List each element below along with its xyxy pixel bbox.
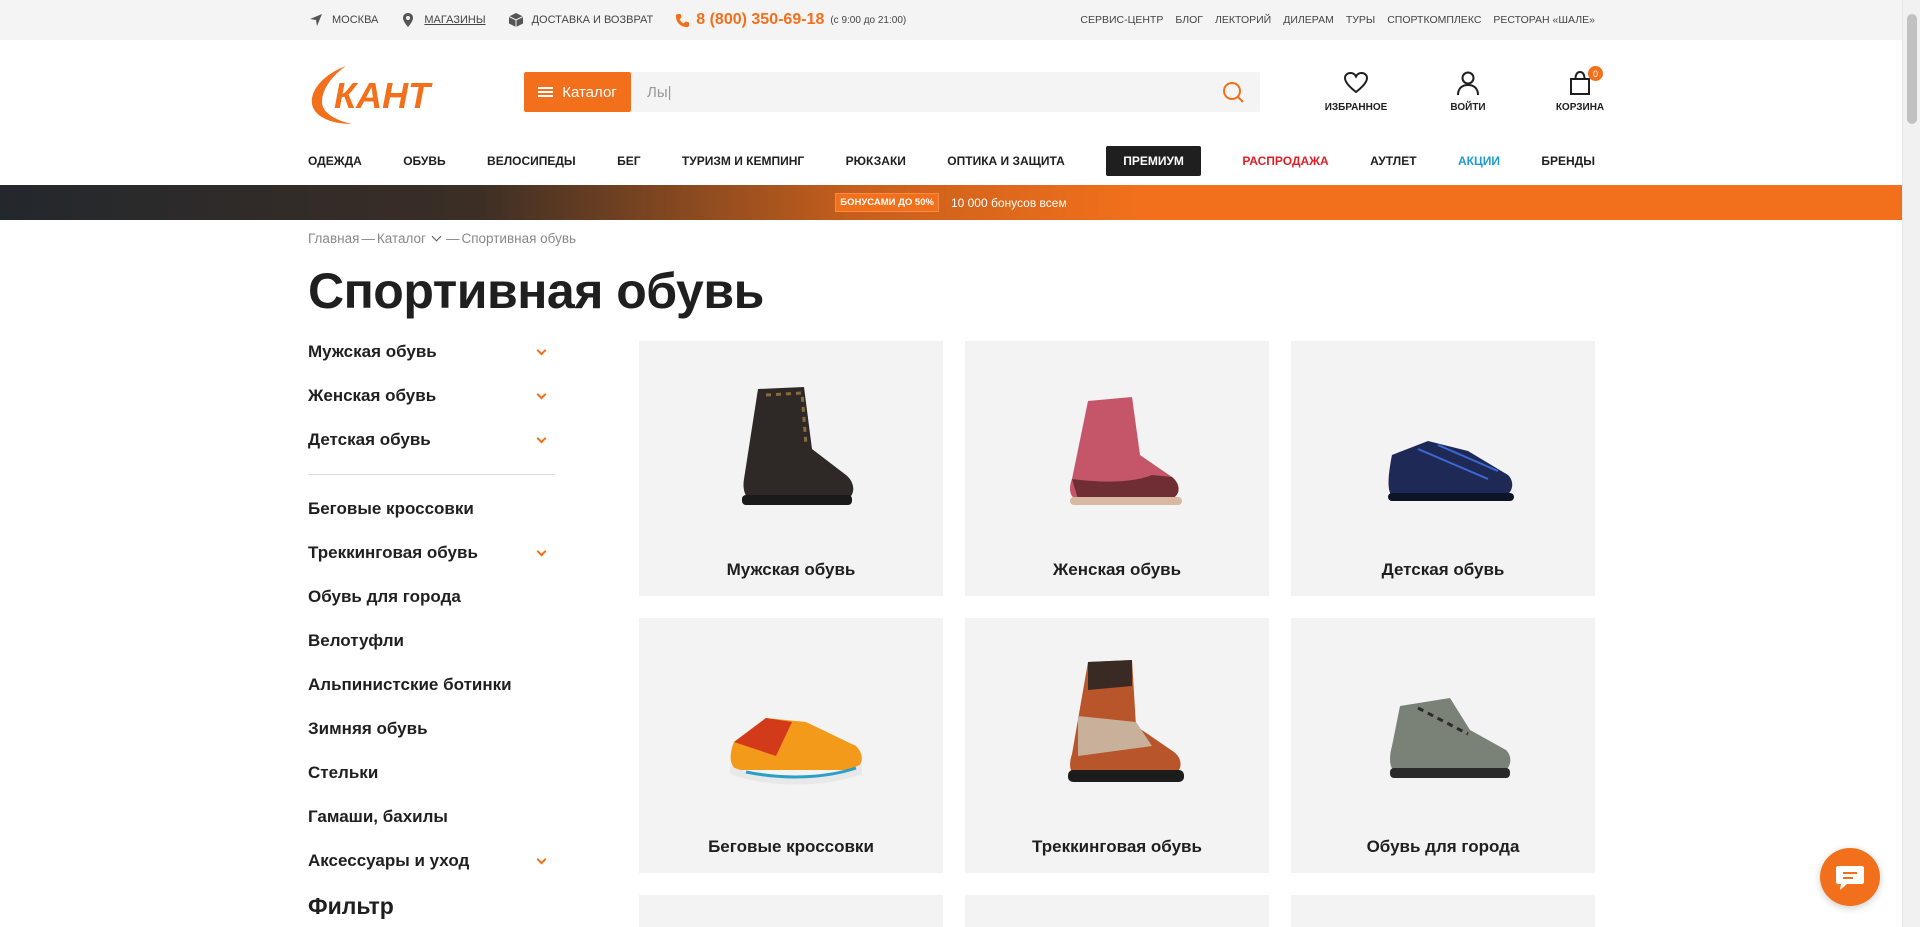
breadcrumb-home[interactable]: Главная <box>308 231 359 246</box>
chevron-down-icon[interactable] <box>536 854 547 864</box>
sport-complex-link[interactable]: Спорткомплекс <box>1387 14 1481 26</box>
sidebar-item-running[interactable]: Беговые кроссовки <box>308 487 555 531</box>
chat-button[interactable] <box>1820 848 1880 906</box>
sidebar-item-insoles[interactable]: Стельки <box>308 751 555 795</box>
main-nav: Одежда Обувь Велосипеды Бег Туризм и кем… <box>308 146 1595 176</box>
nav-optics[interactable]: Оптика и защита <box>947 154 1064 168</box>
sidebar-item-city[interactable]: Обувь для города <box>308 575 555 619</box>
brown-trekking-boot-image <box>1068 660 1184 782</box>
svg-text:КАНТ: КАНТ <box>334 75 433 116</box>
login-button[interactable]: Войти <box>1412 70 1524 113</box>
category-card-kids[interactable]: Детская обувь <box>1291 341 1595 596</box>
search-box <box>631 72 1260 112</box>
scrollbar-thumb[interactable] <box>1907 14 1917 124</box>
nav-bicycles[interactable]: Велосипеды <box>487 154 576 168</box>
nav-brands[interactable]: Бренды <box>1541 154 1595 168</box>
city-selector[interactable]: Москва <box>308 12 378 28</box>
tours-link[interactable]: Туры <box>1346 14 1375 26</box>
nav-outlet[interactable]: Аутлет <box>1370 154 1416 168</box>
user-icon <box>1457 71 1479 96</box>
nav-promotions[interactable]: Акции <box>1458 154 1500 168</box>
nav-premium[interactable]: Премиум <box>1106 146 1201 176</box>
stores-link[interactable]: Магазины <box>400 12 486 28</box>
promo-text: 10 000 бонусов всем <box>950 195 1067 210</box>
category-grid: Мужская обувь Женская обувь Детская обув… <box>639 341 1595 927</box>
location-arrow-icon <box>310 14 322 26</box>
sidebar-item-kids[interactable]: Детская обувь <box>308 418 555 462</box>
phone-link[interactable]: 8 (800) 350-69-18 (с 9:00 до 21:00) <box>675 11 906 29</box>
orange-running-shoe-image <box>730 718 862 785</box>
chevron-down-icon[interactable] <box>536 345 547 355</box>
chevron-down-icon[interactable] <box>536 546 547 556</box>
nav-tourism[interactable]: Туризм и кемпинг <box>682 154 804 168</box>
navy-kids-shoe-image <box>1388 441 1514 501</box>
sidebar-item-women[interactable]: Женская обувь <box>308 374 555 418</box>
sidebar-item-cycling[interactable]: Велотуфли <box>308 619 555 663</box>
category-card-running[interactable]: Беговые кроссовки <box>639 618 943 873</box>
nav-sale[interactable]: Распродажа <box>1242 154 1328 168</box>
category-card-women[interactable]: Женская обувь <box>965 341 1269 596</box>
breadcrumb: Главная — Каталог — Спортивная обувь <box>308 231 577 246</box>
site-header: КАНТ Каталог Избранное Войти 0 Корзина О… <box>0 40 1902 185</box>
pink-hiking-boot-image <box>1070 397 1182 505</box>
restaurant-link[interactable]: Ресторан «Шале» <box>1493 14 1595 26</box>
catalog-button[interactable]: Каталог <box>524 72 631 112</box>
sidebar-item-gaiters[interactable]: Гамаши, бахилы <box>308 795 555 839</box>
top-bar: Москва Магазины Доставка и возврат 8 (80… <box>0 0 1902 40</box>
lectures-link[interactable]: Лекторий <box>1215 14 1271 26</box>
map-pin-icon <box>403 13 414 27</box>
sidebar-item-trekking[interactable]: Треккинговая обувь <box>308 531 555 575</box>
sidebar-item-winter[interactable]: Зимняя обувь <box>308 707 555 751</box>
category-sidebar: Мужская обувь Женская обувь Детская обув… <box>308 330 555 883</box>
breadcrumb-catalog[interactable]: Каталог <box>377 231 426 246</box>
sidebar-divider <box>308 474 555 475</box>
box-icon <box>508 13 523 27</box>
search-icon[interactable] <box>1222 81 1244 103</box>
nav-backpacks[interactable]: Рюкзаки <box>846 154 906 168</box>
breadcrumb-current: Спортивная обувь <box>461 231 577 246</box>
cart-count-badge: 0 <box>1588 66 1603 81</box>
nav-running[interactable]: Бег <box>617 154 640 168</box>
kant-logo[interactable]: КАНТ <box>308 60 463 126</box>
chevron-down-icon[interactable] <box>536 389 547 399</box>
sidebar-item-men[interactable]: Мужская обувь <box>308 330 555 374</box>
category-card[interactable] <box>639 895 943 927</box>
chat-bubble-icon <box>1836 866 1864 890</box>
category-card-men[interactable]: Мужская обувь <box>639 341 943 596</box>
category-card[interactable] <box>965 895 1269 927</box>
chevron-down-icon[interactable] <box>431 231 442 242</box>
cart-button[interactable]: 0 Корзина <box>1524 66 1636 113</box>
service-center-link[interactable]: Сервис-центр <box>1080 14 1163 26</box>
sidebar-item-mountaineering[interactable]: Альпинистские ботинки <box>308 663 555 707</box>
scrollbar[interactable] <box>1902 0 1920 927</box>
category-card[interactable] <box>1291 895 1595 927</box>
filter-title[interactable]: Фильтр <box>308 893 394 920</box>
phone-icon <box>676 13 690 27</box>
dark-hiking-boot-image <box>742 387 854 505</box>
category-card-trekking[interactable]: Треккинговая обувь <box>965 618 1269 873</box>
promo-tag: Бонусами до 50% <box>835 193 939 212</box>
nav-footwear[interactable]: Обувь <box>403 154 445 168</box>
grey-city-shoe-image <box>1390 698 1511 778</box>
favorites-button[interactable]: Избранное <box>1300 70 1412 113</box>
delivery-link[interactable]: Доставка и возврат <box>508 12 653 28</box>
page-title: Спортивная обувь <box>308 263 764 319</box>
blog-link[interactable]: Блог <box>1175 14 1203 26</box>
category-card-city[interactable]: Обувь для города <box>1291 618 1595 873</box>
search-input[interactable] <box>631 72 1260 112</box>
menu-icon <box>538 87 554 97</box>
nav-clothing[interactable]: Одежда <box>308 154 362 168</box>
dealers-link[interactable]: Дилерам <box>1283 14 1334 26</box>
heart-icon <box>1343 71 1369 94</box>
chevron-down-icon[interactable] <box>536 433 547 443</box>
sidebar-item-accessories[interactable]: Аксессуары и уход <box>308 839 555 883</box>
promo-banner[interactable]: Бонусами до 50% 10 000 бонусов всем <box>0 185 1902 220</box>
